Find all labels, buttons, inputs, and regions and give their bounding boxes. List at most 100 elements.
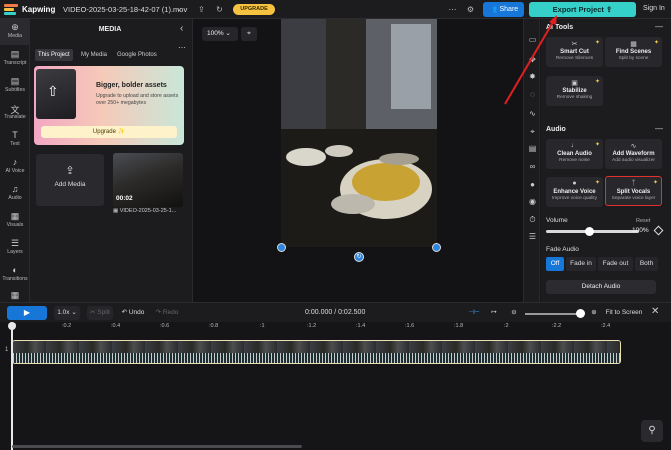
collapse-icon[interactable]: — [655,124,663,133]
zoom-select[interactable]: 100% ⌄ [202,27,238,41]
fade-off-button[interactable]: Off [546,257,564,271]
mic-icon[interactable]: ● [527,179,538,190]
layers-icon[interactable]: ☰ [527,231,538,242]
export-project-button[interactable]: Export Project ⇪ [529,2,636,17]
aspect-icon[interactable]: ▭ [527,34,538,45]
enhance-voice-card[interactable]: ✦ ● Enhance Voice Improve voice quality [546,177,603,207]
share-button[interactable]: 👥 Share [483,2,524,17]
right-panel: AI Tools — ✦ ✂ Smart Cut Remove Silences… [541,19,671,302]
upload-arrow-icon: ⇧ [47,83,59,99]
caption-icon[interactable]: ▤ [527,143,538,154]
upgrade-badge[interactable]: UPGRADE [233,4,275,15]
search-icon[interactable]: ⚲ [641,420,663,442]
fit-to-screen-button[interactable]: Fit to Screen [603,306,645,320]
undo-button[interactable]: ↶ Undo [118,306,148,320]
tab-google-photos[interactable]: Google Photos [114,49,160,61]
fit-width-icon[interactable]: ↦ [487,306,501,320]
gear-icon[interactable]: ⚙ [465,4,476,15]
zoom-in-icon[interactable]: ⊕ [588,306,600,320]
sign-in-link[interactable]: Sign In [643,5,665,12]
nav-item-transcript[interactable]: ▤ Transcript [0,46,30,72]
brand-name: Kapwing [22,5,56,14]
tool-title: Split Vocals [616,189,651,195]
tab-this-project[interactable]: This Project [35,49,73,61]
speed-select[interactable]: 1.0x ⌄ [54,306,80,320]
fade-out-button[interactable]: Fade out [598,257,633,271]
playhead[interactable] [11,322,13,450]
crop-icon[interactable]: ⌖ [241,27,257,41]
media-panel-title: MEDIA [98,26,122,33]
ruler-tick: :0.2 [62,323,72,329]
fade-both-button[interactable]: Both [635,257,658,271]
nav-item-ai-voice[interactable]: ♪ AI Voice [0,154,30,180]
split-vocals-card[interactable]: ✦ ᛉ Split Vocals Separate voice layer [605,176,662,206]
upgrade-button[interactable]: Upgrade ✨ [41,126,177,138]
project-filename[interactable]: VIDEO-2025-03-25-18-42-07 (1).mov [63,5,187,14]
nav-item-translate[interactable]: 文 Translate [0,100,30,126]
subtitles-icon: ▤ [10,76,20,86]
ruler-tick: :0.4 [111,323,121,329]
close-icon[interactable]: ✕ [651,306,659,317]
video-clip-track[interactable] [12,340,621,364]
history-icon[interactable]: ↻ [214,4,225,15]
tab-my-media[interactable]: My Media [78,49,110,61]
filter-icon[interactable]: ◉ [527,196,538,207]
ruler-tick: :1.2 [307,323,317,329]
volume-reset[interactable]: Reset [636,218,650,224]
nav-label: Audio [8,195,22,201]
nav-item-transitions[interactable]: ◐ Transitions [0,262,30,288]
video-preview[interactable] [281,19,437,247]
sparkle-icon: ✦ [594,142,600,148]
chevron-down-icon[interactable]: ⌄ [176,5,182,13]
stabilize-card[interactable]: ✦ ▣ Stabilize Remove shaking [546,76,603,106]
waveform-icon[interactable]: ∿ [527,108,538,119]
volume-slider-handle[interactable] [585,227,594,236]
timeline-zoom-handle[interactable] [576,309,585,318]
redo-button[interactable]: ↷ Redo [153,306,181,320]
smart-cut-card[interactable]: ✦ ✂ Smart Cut Remove Silences [546,37,603,67]
magic-icon[interactable]: ✸ [527,71,538,82]
more-icon[interactable]: ⋯ [447,4,458,15]
kapwing-logo[interactable] [4,4,18,15]
chevron-left-icon[interactable]: ‹ [180,23,183,34]
add-waveform-card[interactable]: ∿ Add Waveform Add audio visualizer [605,139,662,169]
nav-item-media[interactable]: ⊕ Media [0,19,30,45]
add-media-button[interactable]: ⇪ Add Media [36,154,104,206]
ai-voice-icon: ♪ [12,157,18,167]
timeline-zoom-track[interactable] [525,313,580,315]
split-button[interactable]: ✂ Split [87,306,113,320]
snap-icon[interactable]: ⊣⊢ [466,306,482,320]
clean-audio-card[interactable]: ✦ ♩ Clean Audio Remove noise [546,139,603,169]
detach-audio-button[interactable]: Detach Audio [546,280,656,294]
collapse-icon[interactable]: — [655,22,663,31]
upload-icon[interactable]: ⇪ [196,4,207,15]
nav-item-audio[interactable]: ♫ Audio [0,181,30,207]
timer-icon[interactable]: ⏱ [527,214,538,225]
resize-handle-bl[interactable] [277,243,286,252]
volume-value[interactable]: 100% [632,227,649,234]
media-duration: 00:02 [116,195,133,202]
more-icon[interactable]: ⋯ [178,43,186,52]
find-scenes-card[interactable]: ✦ ▦ Find Scenes Split by scene [605,37,662,67]
nav-item-subtitles[interactable]: ▤ Subtitles [0,73,30,99]
zoom-out-icon[interactable]: ⊖ [508,306,520,320]
fade-in-button[interactable]: Fade in [566,257,596,271]
timeline-ruler[interactable]: 0 :0.2 :0.4 :0.6 :0.8 :1 :1.2 :1.4 :1.6 … [0,322,671,332]
crop-icon[interactable]: ⌖ [527,126,538,137]
playhead-handle[interactable] [8,322,16,330]
rotate-handle-icon[interactable]: ↻ [354,252,364,262]
resize-handle-br[interactable] [432,243,441,252]
nav-item-text[interactable]: T Text [0,127,30,153]
link-icon[interactable]: ∞ [527,161,538,172]
move-icon[interactable]: ✥ [527,54,538,65]
adjust-icon[interactable]: ◌ [527,89,538,100]
top-bar: Kapwing VIDEO-2025-03-25-18-42-07 (1).mo… [0,0,671,19]
nav-item-visuals[interactable]: ▦ Visuals [0,208,30,234]
keyframe-icon[interactable] [653,225,664,236]
nav-item-layers[interactable]: ☰ Layers [0,235,30,261]
nav-item-more[interactable]: ▦ [0,287,30,302]
play-button[interactable]: ▶ [7,306,47,320]
export-label: Export Project [552,5,604,14]
timeline-scrollbar[interactable] [12,445,302,448]
media-item-thumbnail[interactable]: 00:02 [113,153,183,207]
